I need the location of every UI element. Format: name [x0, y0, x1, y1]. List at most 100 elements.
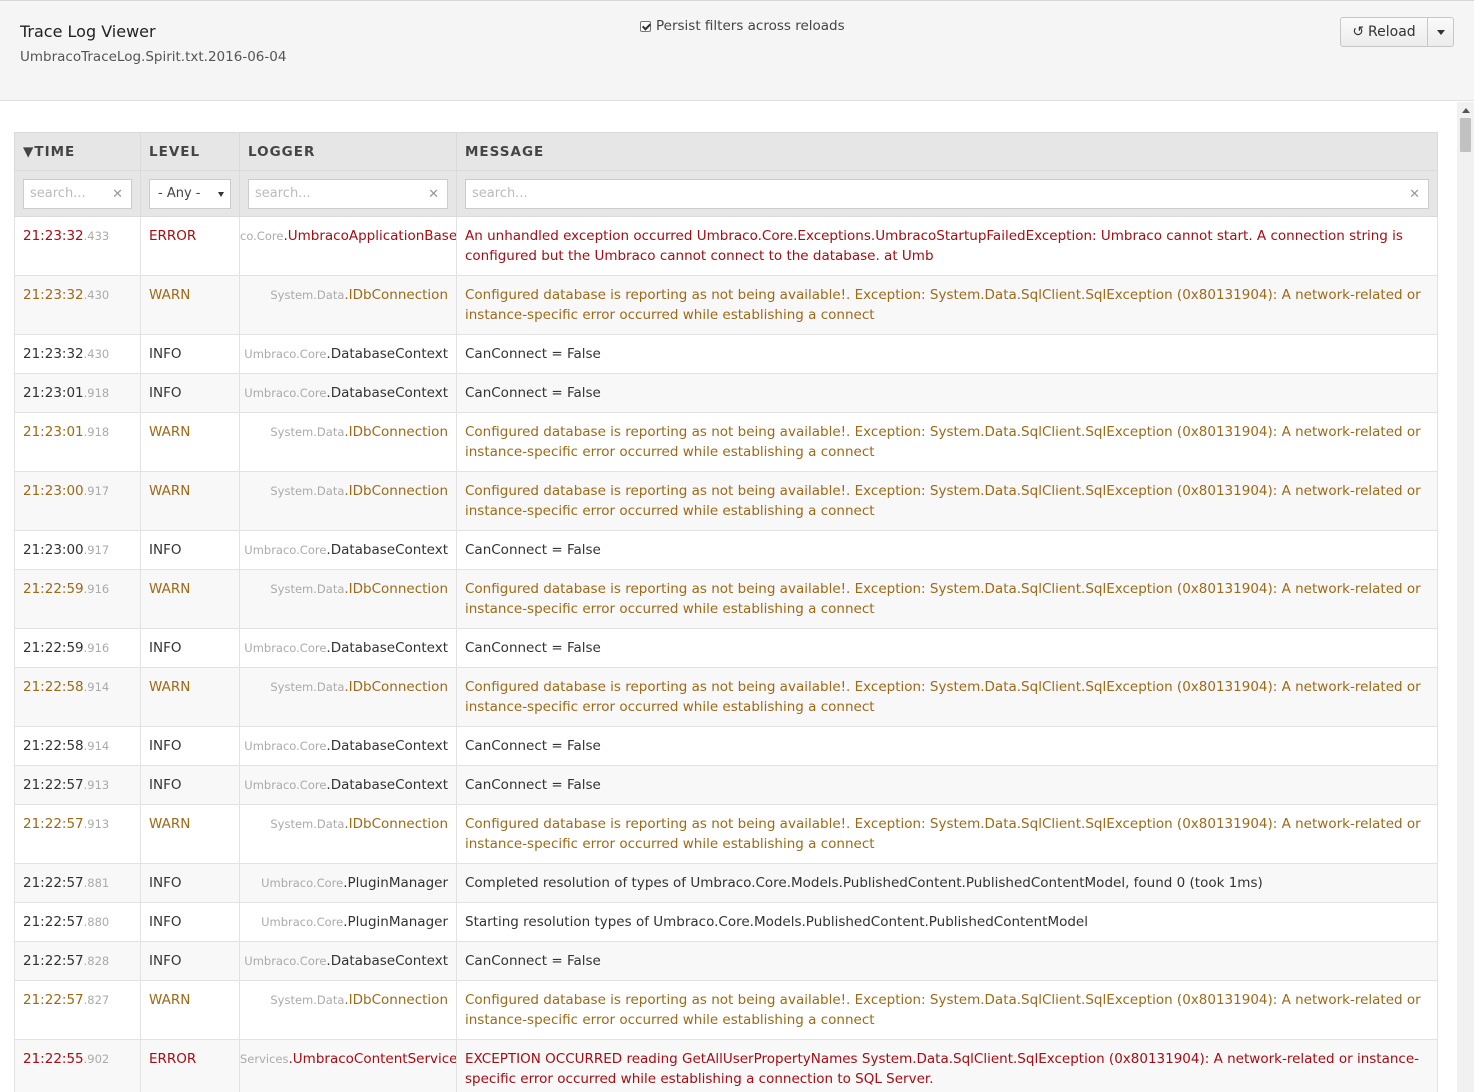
logger-namespace: System.Data [270, 817, 345, 831]
logger-cell: Umbraco.Core.PluginManager [239, 902, 457, 942]
logger-namespace: Umbraco.Core [244, 778, 327, 792]
time-value: 21:22:57 [23, 816, 84, 832]
logger-cell: System.Data.IDbConnection [239, 412, 457, 472]
persist-filters-toggle[interactable]: Persist filters across reloads [640, 18, 845, 34]
table-row[interactable]: 21:22:59.916 WARN System.Data.IDbConnectio… [14, 569, 1438, 629]
select-arrow-icon [218, 191, 224, 197]
time-value: 21:22:57 [23, 875, 84, 891]
level-cell: INFO [140, 941, 240, 981]
time-value: 21:23:32 [23, 228, 84, 244]
table-row[interactable]: 21:23:00.917 INFO Umbraco.Core.DatabaseCon… [14, 530, 1438, 570]
message-cell: EXCEPTION OCCURRED reading GetAllUserPro… [456, 1039, 1438, 1092]
column-header-message[interactable]: MESSAGE [456, 132, 1438, 171]
reload-options-dropdown[interactable] [1428, 17, 1454, 47]
clear-icon[interactable]: ✕ [1409, 187, 1420, 202]
table-row[interactable]: 21:22:57.880 INFO Umbraco.Core.PluginManag… [14, 902, 1438, 942]
chevron-down-icon [1436, 29, 1445, 35]
time-cell: 21:23:01.918 [14, 373, 141, 413]
table-row[interactable]: 21:22:57.827 WARN System.Data.IDbConnectio… [14, 980, 1438, 1040]
table-row[interactable]: 21:23:00.917 WARN System.Data.IDbConnectio… [14, 471, 1438, 531]
column-header-level[interactable]: LEVEL [140, 132, 240, 171]
table-row[interactable]: 21:22:57.913 WARN System.Data.IDbConnectio… [14, 804, 1438, 864]
logger-name: .IDbConnection [344, 287, 448, 303]
message-cell: Configured database is reporting as not … [456, 569, 1438, 629]
vertical-scrollbar[interactable] [1457, 102, 1474, 1092]
table-row[interactable]: 21:22:58.914 INFO Umbraco.Core.DatabaseCon… [14, 726, 1438, 766]
logger-namespace: Umbraco.Core [244, 543, 327, 557]
time-value: 21:22:59 [23, 581, 84, 597]
table-row[interactable]: 21:22:57.828 INFO Umbraco.Core.DatabaseCon… [14, 941, 1438, 981]
time-cell: 21:22:57.828 [14, 941, 141, 981]
logger-namespace: Umbraco.Core [261, 876, 344, 890]
time-ms: .913 [83, 778, 110, 792]
logger-cell: System.Data.IDbConnection [239, 275, 457, 335]
column-header-time[interactable]: ▼TIME [14, 132, 141, 171]
logger-name: .DatabaseContext [326, 777, 448, 793]
table-row[interactable]: 21:23:32.433 ERROR co.Core.UmbracoApplicat… [14, 216, 1438, 276]
level-cell: INFO [140, 863, 240, 903]
time-cell: 21:22:58.914 [14, 726, 141, 766]
logger-namespace: System.Data [270, 582, 345, 596]
time-value: 21:23:01 [23, 424, 84, 440]
message-search-input[interactable]: search... ✕ [465, 178, 1429, 209]
logger-cell: Umbraco.Core.PluginManager [239, 863, 457, 903]
level-cell: WARN [140, 980, 240, 1040]
time-ms: .828 [83, 954, 110, 968]
time-value: 21:22:57 [23, 953, 84, 969]
level-cell: WARN [140, 275, 240, 335]
level-cell: WARN [140, 471, 240, 531]
time-search-input[interactable]: search... ✕ [23, 178, 132, 209]
logger-name: .UmbracoContentService [288, 1051, 457, 1067]
level-cell: ERROR [140, 216, 240, 276]
message-cell: CanConnect = False [456, 373, 1438, 413]
logger-cell: Umbraco.Core.DatabaseContext [239, 628, 457, 668]
time-cell: 21:22:58.914 [14, 667, 141, 727]
logger-name: .DatabaseContext [326, 953, 448, 969]
time-ms: .917 [83, 484, 110, 498]
message-cell: CanConnect = False [456, 530, 1438, 570]
time-ms: .918 [83, 425, 110, 439]
table-row[interactable]: 21:23:01.918 INFO Umbraco.Core.DatabaseCon… [14, 373, 1438, 413]
logger-name: .DatabaseContext [326, 385, 448, 401]
time-value: 21:22:58 [23, 738, 84, 754]
clear-icon[interactable]: ✕ [428, 187, 439, 202]
logger-name: .IDbConnection [344, 483, 448, 499]
table-row[interactable]: 21:22:57.881 INFO Umbraco.Core.PluginManag… [14, 863, 1438, 903]
time-value: 21:22:59 [23, 640, 84, 656]
clear-icon[interactable]: ✕ [112, 187, 123, 202]
table-row[interactable]: 21:22:55.902 ERROR Services.UmbracoContent… [14, 1039, 1438, 1092]
time-ms: .827 [83, 993, 110, 1007]
logger-filter-cell: search... ✕ [239, 170, 457, 217]
logger-name: .IDbConnection [344, 816, 448, 832]
message-cell: Configured database is reporting as not … [456, 275, 1438, 335]
message-cell: An unhandled exception occurred Umbraco.… [456, 216, 1438, 276]
logger-namespace: Umbraco.Core [244, 954, 327, 968]
time-value: 21:23:00 [23, 483, 84, 499]
level-cell: INFO [140, 530, 240, 570]
scroll-up-icon[interactable] [1462, 108, 1470, 113]
table-row[interactable]: 21:23:32.430 WARN System.Data.IDbConnectio… [14, 275, 1438, 335]
table-row[interactable]: 21:23:01.918 WARN System.Data.IDbConnectio… [14, 412, 1438, 472]
level-select[interactable]: - Any - [149, 178, 231, 209]
logger-search-input[interactable]: search... ✕ [248, 178, 448, 209]
time-ms: .433 [83, 229, 110, 243]
table-row[interactable]: 21:22:58.914 WARN System.Data.IDbConnectio… [14, 667, 1438, 727]
level-cell: WARN [140, 412, 240, 472]
time-cell: 21:23:32.430 [14, 334, 141, 374]
logger-namespace: System.Data [270, 425, 345, 439]
reload-button[interactable]: ↺ Reload [1340, 17, 1428, 47]
time-cell: 21:22:57.881 [14, 863, 141, 903]
time-ms: .914 [83, 739, 110, 753]
column-header-logger[interactable]: LOGGER [239, 132, 457, 171]
table-row[interactable]: 21:22:59.916 INFO Umbraco.Core.DatabaseCon… [14, 628, 1438, 668]
scrollbar-thumb[interactable] [1460, 118, 1471, 152]
page-title: Trace Log Viewer [20, 22, 156, 41]
logger-namespace: Umbraco.Core [244, 386, 327, 400]
time-ms: .881 [83, 876, 110, 890]
logger-namespace: Services [240, 1052, 289, 1066]
persist-filters-checkbox[interactable] [640, 20, 651, 32]
table-row[interactable]: 21:23:32.430 INFO Umbraco.Core.DatabaseCon… [14, 334, 1438, 374]
logger-cell: Umbraco.Core.DatabaseContext [239, 726, 457, 766]
table-row[interactable]: 21:22:57.913 INFO Umbraco.Core.DatabaseCon… [14, 765, 1438, 805]
time-cell: 21:22:55.902 [14, 1039, 141, 1092]
